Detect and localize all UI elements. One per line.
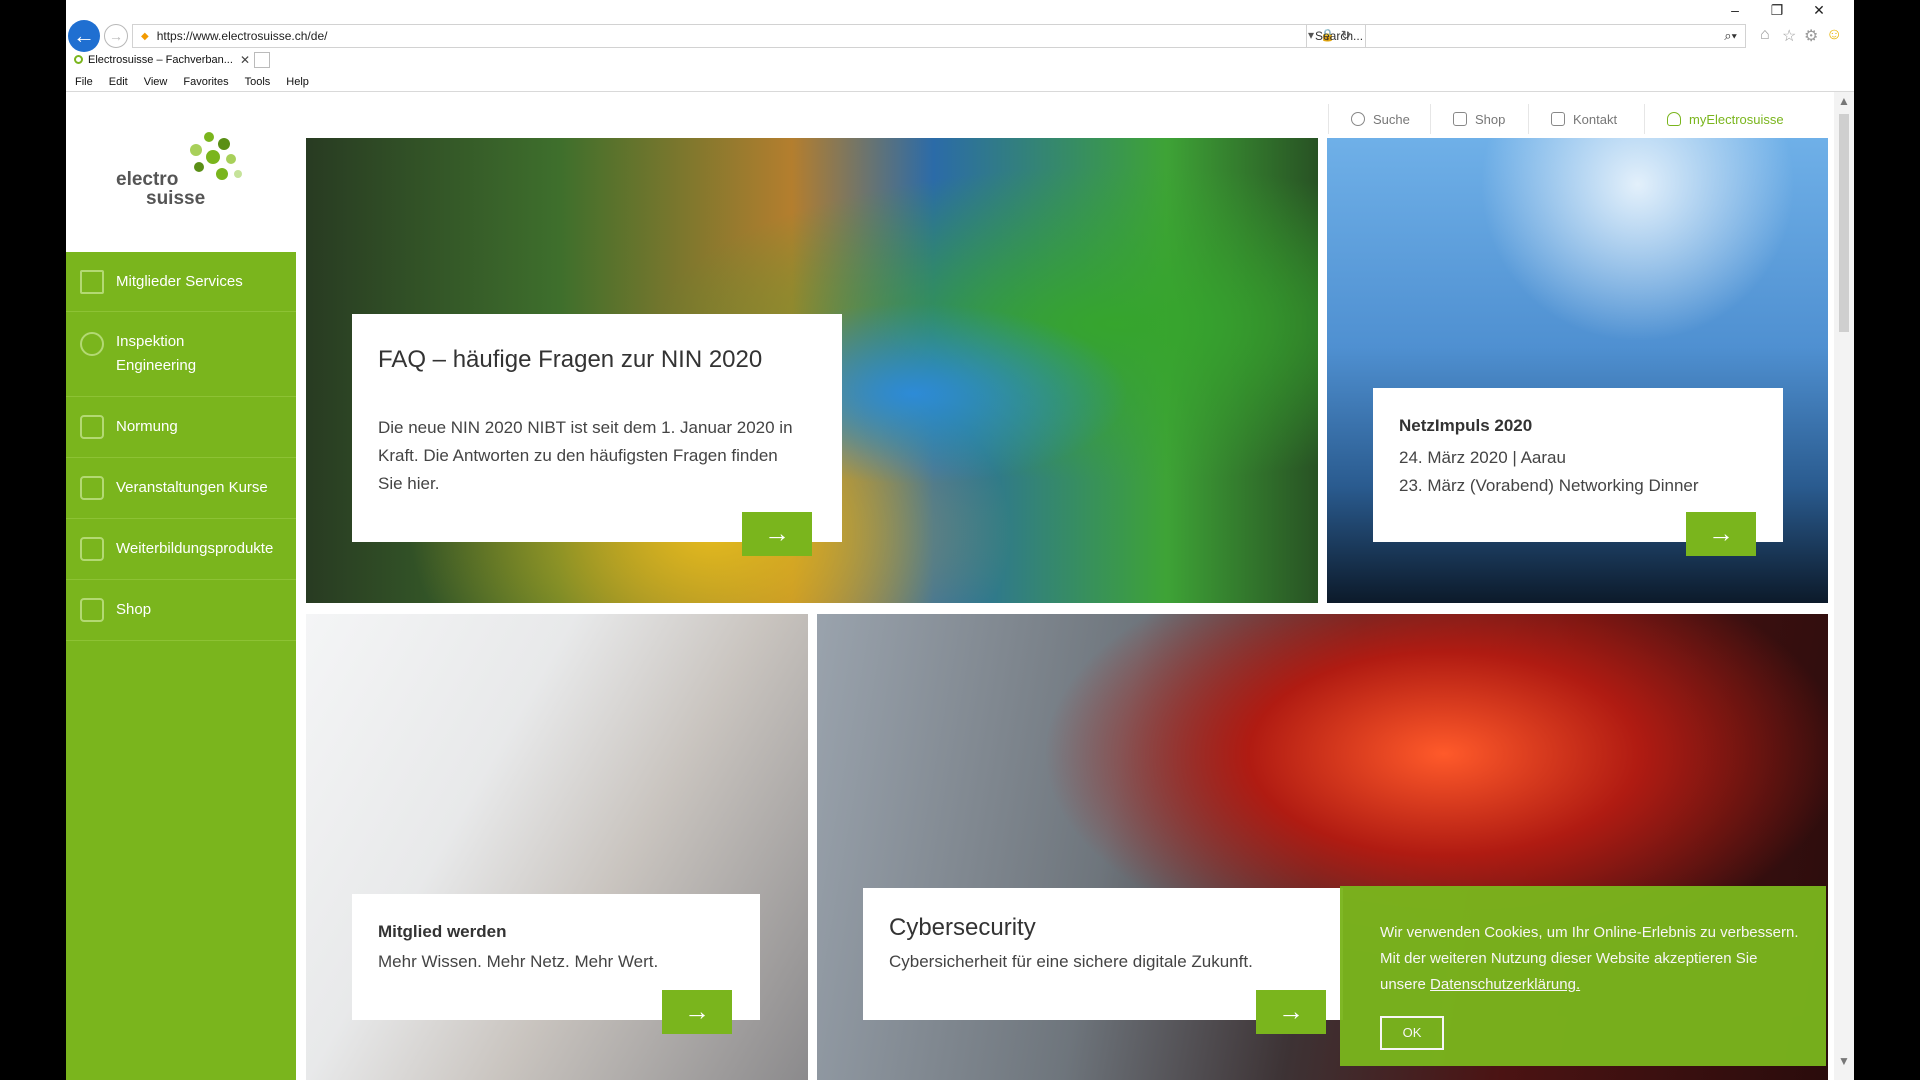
smiley-icon[interactable]: ☺ [1826, 26, 1842, 44]
arrow-right-icon: → [764, 518, 790, 548]
arrow-right-icon: → [1708, 518, 1734, 548]
search-icon[interactable]: ⌕▾ [1724, 28, 1737, 44]
arrow-right-icon: → [1278, 996, 1304, 1026]
tile-faq[interactable]: FAQ – häufige Fragen zur NIN 2020 Die ne… [306, 138, 1318, 603]
minimize-button[interactable]: – [1714, 2, 1756, 18]
menu-file[interactable]: File [66, 73, 100, 88]
cyber-title: Cybersecurity [889, 914, 1036, 941]
logo-dot [216, 168, 228, 180]
scroll-down-icon[interactable]: ▼ [1838, 1054, 1850, 1068]
cart-icon [80, 598, 104, 622]
restore-button[interactable]: ❐ [1756, 2, 1798, 19]
sidebar-item-normung[interactable]: Normung [66, 397, 296, 458]
close-button[interactable]: ✕ [1798, 2, 1840, 19]
util-suche[interactable]: Suche [1328, 104, 1410, 134]
tile-netzimpuls[interactable]: NetzImpuls 2020 24. März 2020 | Aarau 23… [1327, 138, 1828, 603]
address-bar-row: ← → ◆ https://www.electrosuisse.ch/de/ ▾… [66, 18, 1854, 54]
menu-edit[interactable]: Edit [100, 73, 135, 88]
arrow-left-icon: ← [73, 23, 95, 48]
util-kontakt[interactable]: Kontakt [1528, 104, 1617, 134]
graduation-cap-icon [80, 537, 104, 561]
web-page: electro suisse Mitglieder Services Inspe… [66, 92, 1854, 1080]
star-icon[interactable]: ☆ [1782, 26, 1796, 46]
netz-date: 24. März 2020 | Aarau [1399, 448, 1566, 467]
cyber-text: Cybersicherheit für eine sichere digital… [889, 952, 1253, 971]
cookie-text: Wir verwenden Cookies, um Ihr Online-Erl… [1380, 924, 1799, 993]
sidebar-item-inspektion-engineering[interactable]: Inspektion Engineering [66, 312, 296, 397]
logo[interactable]: electro suisse [66, 92, 296, 252]
cart-icon [1453, 112, 1467, 126]
sidebar-item-weiterbildungsprodukte[interactable]: Weiterbildungsprodukte [66, 519, 296, 580]
sidebar: electro suisse Mitglieder Services Inspe… [66, 92, 296, 1080]
cyber-arrow-button[interactable]: → [1256, 990, 1326, 1034]
mitglied-arrow-button[interactable]: → [662, 990, 732, 1034]
cookie-banner: Wir verwenden Cookies, um Ihr Online-Erl… [1340, 886, 1826, 1066]
home-icon[interactable]: ⌂ [1760, 26, 1770, 44]
site-icon: ◆ [141, 30, 149, 42]
browser-window: ← → ◆ https://www.electrosuisse.ch/de/ ▾… [66, 0, 1854, 1080]
user-icon [1667, 112, 1681, 126]
menu-tools[interactable]: Tools [236, 73, 278, 88]
logo-dot [204, 132, 214, 142]
logo-text: electro suisse [116, 169, 206, 209]
privacy-link[interactable]: Datenschutzerklärung. [1430, 976, 1580, 993]
tab-title: Electrosuisse – Fachverban... [88, 54, 233, 66]
menu-help[interactable]: Help [277, 73, 316, 88]
tile-mitglied-werden[interactable]: Mitglied werden Mehr Wissen. Mehr Netz. … [306, 614, 808, 1080]
screen: ← → ◆ https://www.electrosuisse.ch/de/ ▾… [0, 0, 1920, 1080]
netz-arrow-button[interactable]: → [1686, 512, 1756, 556]
url-field[interactable]: ◆ https://www.electrosuisse.ch/de/ ▾🔒↻ [132, 24, 1366, 48]
window-controls: – ❐ ✕ [1714, 2, 1840, 19]
search-input[interactable]: Search... ⌕▾ [1306, 24, 1746, 48]
gear-icon[interactable]: ⚙ [1804, 26, 1818, 46]
star-icon [80, 270, 104, 294]
url-text: https://www.electrosuisse.ch/de/ [156, 29, 328, 43]
mail-icon [1551, 112, 1565, 126]
back-button[interactable]: ← [68, 20, 100, 52]
faq-title: FAQ – häufige Fragen zur NIN 2020 [378, 346, 763, 373]
new-tab-button[interactable] [254, 52, 270, 68]
menu-bar: File Edit View Favorites Tools Help [66, 72, 1854, 92]
tab-bar: Electrosuisse – Fachverban... ✕ [66, 50, 1854, 72]
logo-dot [218, 138, 230, 150]
scroll-up-icon[interactable]: ▲ [1838, 94, 1850, 108]
faq-arrow-button[interactable]: → [742, 512, 812, 556]
util-shop[interactable]: Shop [1430, 104, 1505, 134]
arrow-right-icon: → [109, 28, 123, 44]
netz-title: NetzImpuls 2020 [1399, 416, 1533, 435]
cookie-ok-button[interactable]: OK [1380, 1016, 1444, 1050]
close-tab-icon[interactable]: ✕ [240, 53, 250, 67]
gear-icon [80, 332, 104, 356]
util-myelectrosuisse[interactable]: myElectrosuisse [1644, 104, 1784, 134]
faq-card: FAQ – häufige Fragen zur NIN 2020 Die ne… [352, 314, 842, 542]
sidebar-item-shop[interactable]: Shop [66, 580, 296, 641]
arrow-right-icon: → [684, 996, 710, 1026]
scroll-thumb[interactable] [1839, 114, 1849, 332]
tab-electrosuisse[interactable]: Electrosuisse – Fachverban... ✕ [70, 50, 250, 72]
logo-dot [190, 144, 202, 156]
scrollbar[interactable]: ▲ ▼ [1834, 92, 1854, 1080]
forward-button[interactable]: → [104, 24, 128, 48]
sidebar-item-veranstaltungen-kurse[interactable]: Veranstaltungen Kurse [66, 458, 296, 519]
faq-text: Die neue NIN 2020 NIBT ist seit dem 1. J… [378, 418, 793, 493]
sidebar-item-mitglieder-services[interactable]: Mitglieder Services [66, 252, 296, 312]
menu-favorites[interactable]: Favorites [174, 73, 235, 88]
search-icon [1351, 112, 1365, 126]
logo-dot [206, 150, 220, 164]
search-placeholder: Search... [1315, 29, 1364, 43]
favicon-icon [74, 55, 83, 64]
mitglied-title: Mitglied werden [378, 922, 507, 941]
mitglied-text: Mehr Wissen. Mehr Netz. Mehr Wert. [378, 952, 659, 971]
ruler-icon [80, 415, 104, 439]
netz-dinner: 23. März (Vorabend) Networking Dinner [1399, 476, 1699, 495]
utility-nav: Suche Shop Kontakt myElectrosuisse [1328, 104, 1828, 134]
logo-dot [234, 170, 242, 178]
menu-view[interactable]: View [135, 73, 175, 88]
calendar-icon [80, 476, 104, 500]
logo-dot [226, 154, 236, 164]
